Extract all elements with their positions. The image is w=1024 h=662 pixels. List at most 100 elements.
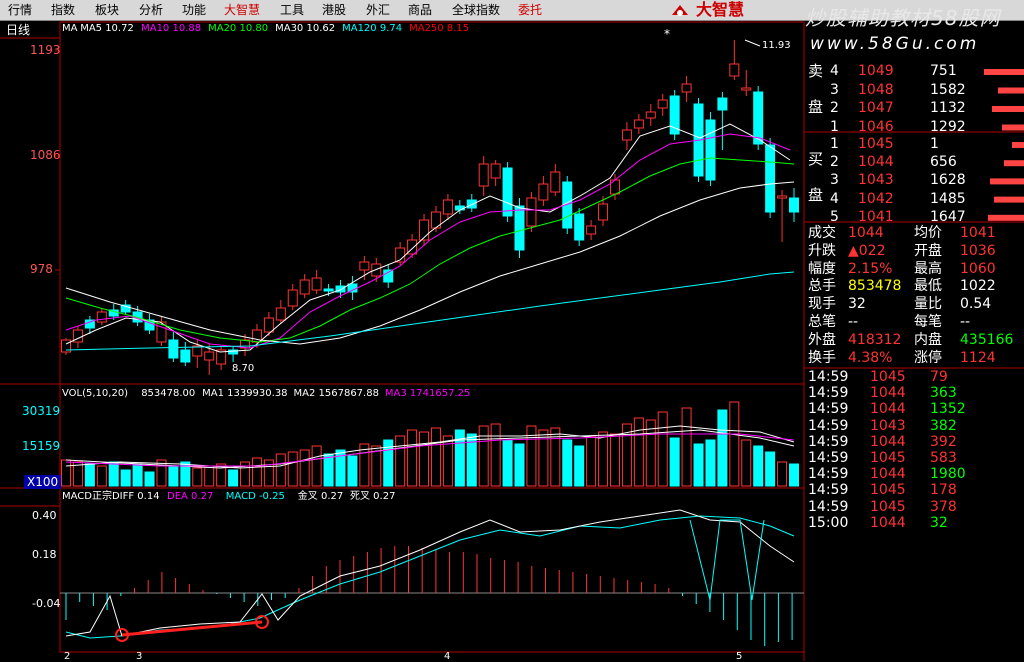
buy-volume: 656 bbox=[930, 154, 957, 171]
buy-level: 1 bbox=[830, 136, 839, 152]
candle-body bbox=[526, 197, 537, 227]
volume-bar bbox=[311, 445, 322, 487]
volume-bar bbox=[586, 435, 597, 487]
price-tick-2: 978 bbox=[30, 262, 53, 276]
candle-body bbox=[96, 311, 107, 323]
candle-body bbox=[645, 111, 656, 119]
tick-volume: 178 bbox=[930, 482, 957, 499]
volume-bar bbox=[96, 465, 107, 487]
quote-value: 853478 bbox=[848, 278, 902, 295]
volume-bar bbox=[490, 423, 501, 487]
candle-body bbox=[550, 171, 561, 193]
sell-price: 1048 bbox=[858, 81, 894, 98]
tick-time: 14:59 bbox=[808, 482, 849, 499]
candle-body bbox=[359, 261, 370, 271]
volume-bar bbox=[84, 463, 95, 487]
quote-value: -- bbox=[960, 314, 971, 330]
candle-body bbox=[729, 63, 740, 77]
sell-volume-bar bbox=[992, 106, 1024, 112]
candle-body bbox=[287, 289, 298, 307]
volume-bar bbox=[287, 451, 298, 487]
tick-time: 14:59 bbox=[808, 401, 849, 418]
tick-time: 14:59 bbox=[808, 385, 849, 402]
quote-key: 升跌 bbox=[808, 242, 836, 259]
low-price-label: 8.70 bbox=[232, 363, 255, 374]
vol-legend-0: VOL(5,10,20) bbox=[62, 388, 129, 399]
vol-tick-1: 15159 bbox=[22, 439, 61, 453]
volume-bar bbox=[645, 419, 656, 487]
buy-volume: 1 bbox=[930, 136, 939, 152]
volume-bar bbox=[789, 463, 799, 487]
candle-body bbox=[777, 195, 788, 199]
quote-value: 1060 bbox=[960, 260, 996, 277]
sell-level: 4 bbox=[830, 63, 839, 79]
volume-bar bbox=[753, 445, 764, 487]
tick-price: 1045 bbox=[870, 450, 906, 466]
tick-price: 1043 bbox=[870, 417, 906, 434]
buy-price: 1042 bbox=[858, 190, 894, 207]
macd-legend-2: MACD -0.25 bbox=[225, 491, 285, 502]
candle-body bbox=[263, 317, 274, 333]
sell-volume-bar bbox=[1002, 124, 1024, 131]
volume-bar bbox=[765, 451, 776, 487]
quote-key: 总笔 bbox=[808, 314, 836, 330]
ma-legend-3: MA20 10.80 bbox=[208, 23, 269, 34]
tick-volume: 32 bbox=[930, 514, 948, 531]
volume-bar bbox=[347, 455, 358, 487]
volume-bar bbox=[299, 449, 310, 487]
quote-value: 32 bbox=[848, 296, 866, 313]
tick-volume: 378 bbox=[930, 498, 957, 515]
volume-bar bbox=[228, 469, 239, 487]
vol-tick-2: X100 bbox=[24, 475, 62, 489]
macd-tick-1: 0.18 bbox=[32, 548, 57, 561]
candle-body bbox=[633, 119, 644, 129]
quote-key: 量比 bbox=[914, 296, 942, 313]
buy-level: 4 bbox=[830, 190, 839, 207]
sell-level: 3 bbox=[830, 81, 839, 98]
volume-bar bbox=[729, 401, 740, 487]
buy-level: 2 bbox=[830, 154, 839, 171]
volume-bar bbox=[204, 465, 215, 487]
tick-price: 1044 bbox=[870, 385, 906, 402]
volume-bar bbox=[562, 439, 573, 487]
quote-key: 换手 bbox=[808, 349, 836, 366]
candle-body bbox=[275, 307, 286, 321]
ma20-line bbox=[65, 157, 795, 343]
sell-volume: 1292 bbox=[930, 118, 966, 135]
quote-value: 435166 bbox=[960, 331, 1014, 348]
macd-diff-line bbox=[65, 509, 795, 637]
ma-legend-1: MA5 10.72 bbox=[80, 23, 134, 34]
buy-price: 1043 bbox=[858, 172, 894, 189]
sell-price: 1046 bbox=[858, 118, 894, 135]
buy-level: 5 bbox=[830, 208, 839, 225]
volume-bar bbox=[633, 417, 644, 487]
quote-value: 1124 bbox=[960, 349, 996, 366]
tick-volume: 382 bbox=[930, 417, 957, 434]
tick-volume: 1352 bbox=[930, 401, 966, 418]
quote-value: 2.15% bbox=[848, 260, 893, 277]
buy-volume: 1628 bbox=[930, 172, 966, 189]
candle-body bbox=[586, 225, 597, 235]
tick-volume: 392 bbox=[930, 433, 957, 450]
volume-bar bbox=[777, 461, 788, 487]
vol-legend-2: MA1 1339930.38 bbox=[202, 388, 288, 399]
quote-value: 1044 bbox=[848, 225, 884, 241]
macd-legend-4: 死叉 0.27 bbox=[350, 491, 396, 502]
volume-bar bbox=[407, 429, 418, 487]
volume-bar bbox=[514, 443, 525, 487]
quote-key: 现手 bbox=[808, 296, 836, 313]
ma10-line bbox=[65, 133, 791, 349]
buy-price: 1044 bbox=[858, 154, 894, 171]
ma-legend-2: MA10 10.88 bbox=[141, 23, 202, 34]
volume-bar bbox=[395, 435, 406, 487]
buy-label-1: 买 bbox=[808, 150, 824, 168]
vol-legend-4: MA3 1741657.25 bbox=[384, 388, 471, 399]
candle-body bbox=[705, 119, 716, 181]
sell-volume-bar bbox=[998, 87, 1024, 94]
volume-bar bbox=[705, 439, 716, 487]
buy-volume-bar bbox=[1012, 142, 1024, 148]
quote-key: 开盘 bbox=[914, 242, 942, 259]
buy-volume: 1647 bbox=[930, 208, 966, 225]
quote-key: 涨停 bbox=[914, 349, 942, 366]
tick-time: 14:59 bbox=[808, 450, 849, 466]
